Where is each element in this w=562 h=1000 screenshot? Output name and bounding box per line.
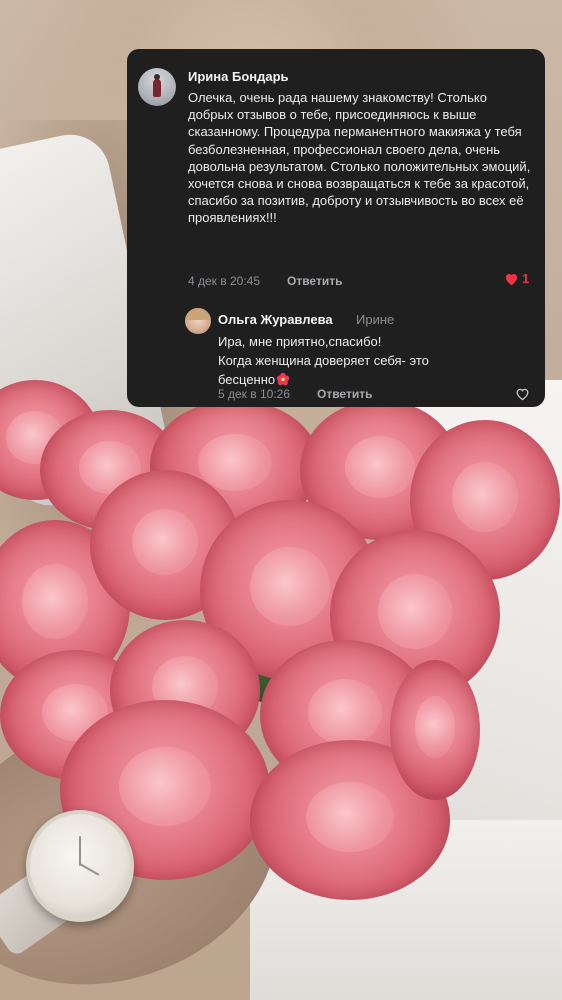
reply-button[interactable]: Ответить [317,387,372,401]
reply-button[interactable]: Ответить [287,274,342,288]
reply-author[interactable]: Ольга Журавлева [218,312,333,327]
avatar-hair [185,308,211,320]
reply-text-line: Ира, мне приятно,спасибо! [218,334,382,349]
heart-filled-icon [505,273,518,285]
like-button[interactable] [515,387,530,406]
reply-text: Ира, мне приятно,спасибо! Когда женщина … [218,332,518,389]
watch [26,810,134,922]
comment-card: Ирина Бондарь Олечка, очень рада нашему … [127,49,545,407]
rose [390,660,480,800]
avatar-figure [153,79,161,97]
hibiscus-icon [276,372,290,386]
watch-hand [79,836,81,866]
reply-text-line: Когда женщина доверяет себя- это [218,353,429,368]
reply-date: 5 дек в 10:26 [218,387,291,401]
avatar[interactable] [185,308,211,334]
like-count: 1 [522,271,530,286]
comment-text: Олечка, очень рада нашему знакомству! Ст… [188,90,531,226]
heart-outline-icon [516,388,529,401]
comment-date: 4 дек в 20:45 [188,274,261,288]
like-button[interactable]: 1 [504,271,529,286]
comment-author[interactable]: Ирина Бондарь [188,69,289,84]
watch-hand [79,863,100,876]
reply-text-word: бесценно [218,372,276,387]
avatar[interactable] [138,68,176,106]
reply-recipient[interactable]: Ирине [356,312,394,327]
